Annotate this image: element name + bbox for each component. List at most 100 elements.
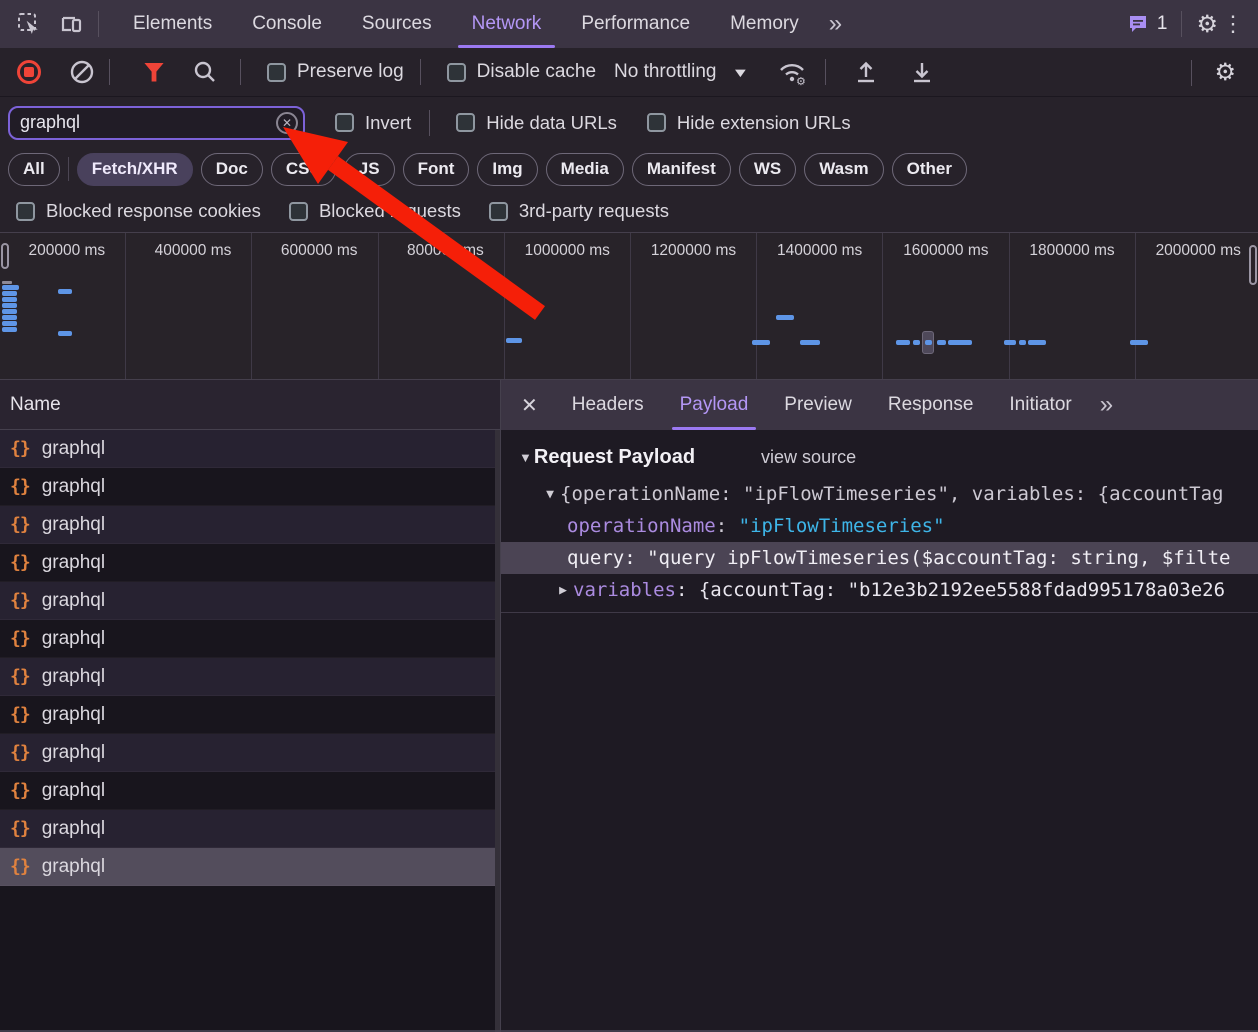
- detail-tab-headers[interactable]: Headers: [554, 380, 662, 430]
- detail-tabbar: ✕ Headers Payload Preview Response Initi…: [501, 380, 1258, 430]
- chip-doc[interactable]: Doc: [201, 153, 263, 186]
- hide-extension-urls-checkbox[interactable]: Hide extension URLs: [647, 112, 851, 134]
- request-row-selected[interactable]: {} graphql: [0, 848, 500, 886]
- blocked-response-cookies-checkbox[interactable]: Blocked response cookies: [16, 200, 261, 222]
- third-party-requests-checkbox[interactable]: 3rd-party requests: [489, 200, 669, 222]
- json-braces-icon: {}: [10, 856, 30, 877]
- request-row[interactable]: {}graphql: [0, 620, 500, 658]
- issues-button[interactable]: 1: [1126, 12, 1168, 36]
- view-source-link[interactable]: view source: [761, 447, 856, 468]
- upload-icon: [852, 58, 880, 86]
- timeline-scroll-handle-right[interactable]: [1249, 245, 1257, 285]
- settings-gear-icon[interactable]: ⚙: [1196, 10, 1218, 39]
- variables-disclosure-icon[interactable]: ▶: [553, 583, 573, 598]
- timeline-tick: 800000 ms: [407, 242, 484, 260]
- section-disclosure-icon[interactable]: ▼: [519, 450, 532, 465]
- clear-network-log-button[interactable]: [69, 59, 95, 85]
- timeline-tick: 1800000 ms: [1029, 242, 1114, 260]
- tabbar-divider: [98, 11, 99, 37]
- request-row[interactable]: {} graphql: [0, 506, 500, 544]
- request-payload-section: ▼ Request Payload view source ▼ {operati…: [501, 436, 1258, 613]
- invert-checkbox[interactable]: Invert: [335, 112, 411, 134]
- request-name: graphql: [42, 856, 105, 878]
- chip-css[interactable]: CSS: [271, 153, 336, 186]
- network-overview-timeline[interactable]: 200000 ms 400000 ms 600000 ms 800000 ms …: [0, 232, 1258, 380]
- detail-tab-payload[interactable]: Payload: [662, 380, 767, 430]
- chip-manifest[interactable]: Manifest: [632, 153, 731, 186]
- query-value: "query ipFlowTimeseries($accountTag: str…: [647, 547, 1230, 569]
- request-name: graphql: [42, 514, 105, 536]
- tab-sources[interactable]: Sources: [342, 0, 452, 48]
- detail-tab-response[interactable]: Response: [870, 380, 992, 430]
- chip-img[interactable]: Img: [477, 153, 537, 186]
- search-button[interactable]: [192, 59, 218, 85]
- detail-tab-preview[interactable]: Preview: [766, 380, 870, 430]
- requests-list-pane: Name {}graphql {}graphql {}graphql {}gra…: [0, 380, 501, 1032]
- blocked-requests-checkbox[interactable]: Blocked requests: [289, 200, 461, 222]
- waterfall-bar: [948, 340, 972, 345]
- tab-memory[interactable]: Memory: [710, 0, 819, 48]
- more-tabs-icon[interactable]: »: [819, 10, 850, 38]
- tab-performance[interactable]: Performance: [561, 0, 710, 48]
- waterfall-bar: [1019, 340, 1026, 345]
- payload-variables-line[interactable]: ▶ variables: {accountTag: "b12e3b2192ee5…: [501, 574, 1258, 606]
- network-settings-gear-icon[interactable]: ⚙: [1214, 58, 1236, 87]
- filter-input[interactable]: [10, 112, 303, 133]
- request-row[interactable]: {}graphql: [0, 430, 500, 468]
- devtools-tabbar: Elements Console Sources Network Perform…: [0, 0, 1258, 48]
- request-row[interactable]: {}graphql: [0, 582, 500, 620]
- record-button[interactable]: [17, 60, 41, 84]
- chip-media[interactable]: Media: [546, 153, 624, 186]
- payload-preview-line[interactable]: ▼ {operationName: "ipFlowTimeseries", va…: [501, 478, 1258, 510]
- request-row[interactable]: {}graphql: [0, 544, 500, 582]
- close-detail-icon[interactable]: ✕: [501, 393, 554, 418]
- waterfall-bar: [2, 321, 17, 326]
- tab-elements[interactable]: Elements: [113, 0, 232, 48]
- request-row[interactable]: {}graphql: [0, 810, 500, 848]
- inspect-element-icon[interactable]: [16, 11, 42, 37]
- detail-more-tabs-icon[interactable]: »: [1090, 391, 1121, 419]
- hide-data-urls-checkbox[interactable]: Hide data URLs: [456, 112, 617, 134]
- waterfall-bar: [506, 338, 522, 343]
- chip-js[interactable]: JS: [344, 153, 395, 186]
- payload-operation-line[interactable]: operationName: "ipFlowTimeseries": [501, 510, 1258, 542]
- chip-other[interactable]: Other: [892, 153, 967, 186]
- request-row[interactable]: {}graphql: [0, 658, 500, 696]
- chip-ws[interactable]: WS: [739, 153, 796, 186]
- clear-filter-icon[interactable]: ✕: [276, 112, 298, 134]
- timeline-scroll-handle-left[interactable]: [1, 243, 9, 269]
- requests-scrollbar[interactable]: [495, 430, 500, 1032]
- chip-font[interactable]: Font: [403, 153, 470, 186]
- disable-cache-checkbox[interactable]: Disable cache: [447, 61, 596, 83]
- inspect-element-glyph: [16, 11, 42, 37]
- name-column-header[interactable]: Name: [0, 380, 500, 430]
- waterfall-bar: [752, 340, 770, 345]
- waterfall-bar: [58, 289, 72, 294]
- throttling-dropdown[interactable]: No throttling ▼: [614, 61, 747, 83]
- import-har-button[interactable]: [852, 58, 880, 86]
- device-toolbar-icon[interactable]: [58, 11, 84, 37]
- hide-extension-urls-box: [647, 113, 666, 132]
- filter-toggle-button[interactable]: [144, 63, 164, 82]
- kebab-menu-icon[interactable]: ⋮: [1218, 11, 1258, 37]
- json-braces-icon: {}: [10, 628, 30, 649]
- waterfall-bar: [896, 340, 910, 345]
- chip-all[interactable]: All: [8, 153, 60, 186]
- chip-fetch-xhr[interactable]: Fetch/XHR: [77, 153, 193, 186]
- network-main-split: Name {}graphql {}graphql {}graphql {}gra…: [0, 380, 1258, 1032]
- request-row[interactable]: {}graphql: [0, 696, 500, 734]
- object-disclosure-icon[interactable]: ▼: [540, 487, 560, 502]
- preserve-log-checkbox[interactable]: Preserve log: [267, 61, 404, 83]
- request-row[interactable]: {}graphql: [0, 468, 500, 506]
- request-row[interactable]: {}graphql: [0, 772, 500, 810]
- json-braces-icon: {}: [10, 514, 30, 535]
- detail-tab-initiator[interactable]: Initiator: [991, 380, 1089, 430]
- tab-console[interactable]: Console: [232, 0, 342, 48]
- search-icon: [192, 59, 218, 85]
- chip-wasm[interactable]: Wasm: [804, 153, 883, 186]
- network-conditions-button[interactable]: ⚙: [777, 58, 807, 86]
- tab-network[interactable]: Network: [452, 0, 562, 48]
- request-row[interactable]: {}graphql: [0, 734, 500, 772]
- payload-query-line-selected[interactable]: query: "query ipFlowTimeseries($accountT…: [501, 542, 1258, 574]
- export-har-button[interactable]: [908, 58, 936, 86]
